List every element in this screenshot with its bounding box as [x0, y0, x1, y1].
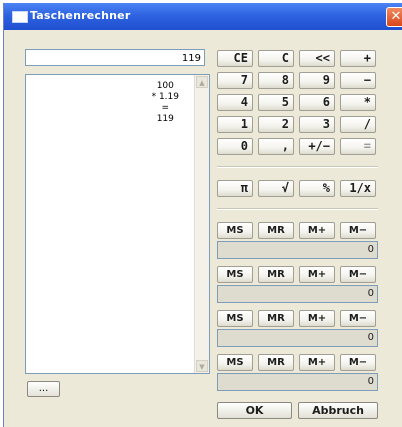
memory-value-field: 0	[217, 329, 378, 347]
title-bar[interactable]: Taschenrechner ✕	[4, 3, 402, 30]
digit-2-button[interactable]: 2	[258, 116, 294, 133]
divide-button[interactable]: /	[340, 116, 376, 133]
clear-button[interactable]: C	[258, 50, 294, 67]
ce-button[interactable]: CE	[217, 50, 253, 67]
tape-line: 119	[156, 114, 174, 124]
memory-subtract-button[interactable]: M−	[340, 222, 376, 239]
memory-value-field: 0	[217, 373, 378, 391]
digit-6-button[interactable]: 6	[299, 94, 335, 111]
sign-button[interactable]: +/−	[299, 138, 335, 155]
memory-store-button[interactable]: MS	[217, 222, 253, 239]
calculation-tape: 100 * 1.19 = 119 ▲ ▼	[25, 74, 210, 374]
memory-add-button[interactable]: M+	[299, 310, 335, 327]
digit-1-button[interactable]: 1	[217, 116, 253, 133]
memory-add-button[interactable]: M+	[299, 354, 335, 371]
equals-button[interactable]: =	[340, 138, 376, 155]
memory-store-button[interactable]: MS	[217, 354, 253, 371]
digit-3-button[interactable]: 3	[299, 116, 335, 133]
memory-subtract-button[interactable]: M−	[340, 354, 376, 371]
digit-4-button[interactable]: 4	[217, 94, 253, 111]
tape-options-button[interactable]: ...	[27, 381, 60, 397]
digit-0-button[interactable]: 0	[217, 138, 253, 155]
tape-line: =	[161, 103, 170, 113]
memory-subtract-button[interactable]: M−	[340, 310, 376, 327]
backspace-button[interactable]: <<	[299, 50, 335, 67]
decimal-button[interactable]: ,	[258, 138, 294, 155]
digit-5-button[interactable]: 5	[258, 94, 294, 111]
calculator-display: 119	[25, 49, 205, 66]
memory-value-field: 0	[217, 285, 378, 303]
scroll-down-icon[interactable]: ▼	[196, 360, 208, 372]
memory-recall-button[interactable]: MR	[258, 310, 294, 327]
scroll-up-icon[interactable]: ▲	[196, 76, 208, 88]
percent-button[interactable]: %	[299, 180, 335, 197]
multiply-button[interactable]: *	[340, 94, 376, 111]
tape-line: * 1.19	[151, 92, 179, 102]
memory-recall-button[interactable]: MR	[258, 222, 294, 239]
memory-recall-button[interactable]: MR	[258, 266, 294, 283]
memory-recall-button[interactable]: MR	[258, 354, 294, 371]
separator	[217, 208, 378, 210]
digit-9-button[interactable]: 9	[299, 72, 335, 89]
tape-scrollbar[interactable]: ▲ ▼	[194, 75, 209, 373]
close-icon[interactable]: ✕	[386, 7, 402, 27]
memory-add-button[interactable]: M+	[299, 222, 335, 239]
memory-store-button[interactable]: MS	[217, 266, 253, 283]
memory-value-field: 0	[217, 241, 378, 259]
separator	[217, 166, 378, 168]
memory-store-button[interactable]: MS	[217, 310, 253, 327]
digit-8-button[interactable]: 8	[258, 72, 294, 89]
sqrt-button[interactable]: √	[258, 180, 294, 197]
window-title: Taschenrechner	[30, 9, 131, 22]
memory-add-button[interactable]: M+	[299, 266, 335, 283]
pi-button[interactable]: π	[217, 180, 253, 197]
cancel-button[interactable]: Abbruch	[298, 402, 378, 419]
add-button[interactable]: +	[340, 50, 376, 67]
reciprocal-button[interactable]: 1/x	[340, 180, 376, 197]
window-icon	[12, 11, 28, 23]
tape-line: 100	[156, 81, 174, 91]
memory-subtract-button[interactable]: M−	[340, 266, 376, 283]
tape-lines: 100 * 1.19 = 119	[152, 81, 179, 125]
subtract-button[interactable]: −	[340, 72, 376, 89]
digit-7-button[interactable]: 7	[217, 72, 253, 89]
ok-button[interactable]: OK	[217, 402, 292, 419]
